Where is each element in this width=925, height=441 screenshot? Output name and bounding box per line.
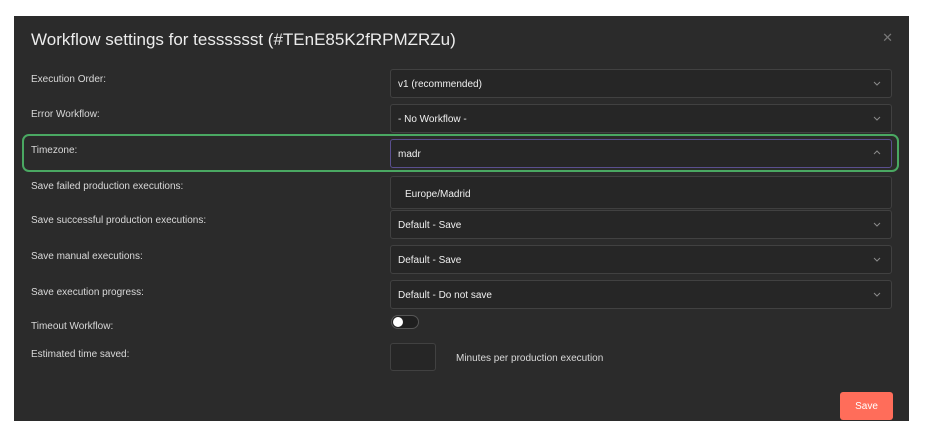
timeout-label: Timeout Workflow:: [31, 321, 114, 332]
toggle-knob: [393, 317, 403, 327]
time-saved-input[interactable]: [390, 343, 436, 371]
save-manual-label: Save manual executions:: [31, 251, 143, 262]
chevron-up-icon: [873, 150, 881, 155]
save-successful-value: Default - Save: [398, 220, 462, 231]
error-workflow-label: Error Workflow:: [31, 109, 100, 120]
save-manual-select[interactable]: Default - Save: [390, 245, 892, 274]
modal-title: Workflow settings for tesssssst (#TEnE85…: [31, 30, 456, 49]
chevron-down-icon: [873, 81, 881, 86]
timezone-input[interactable]: madr: [390, 139, 892, 168]
timezone-label: Timezone:: [31, 145, 78, 156]
timezone-dropdown: Europe/Madrid: [390, 176, 892, 209]
save-successful-label: Save successful production executions:: [31, 215, 207, 226]
save-manual-value: Default - Save: [398, 255, 462, 266]
timezone-option[interactable]: Europe/Madrid: [405, 189, 471, 200]
save-progress-label: Save execution progress:: [31, 287, 144, 298]
execution-order-value: v1 (recommended): [398, 79, 482, 90]
execution-order-label: Execution Order:: [31, 74, 107, 85]
chevron-down-icon: [873, 257, 881, 262]
chevron-down-icon: [873, 292, 881, 297]
time-saved-suffix: Minutes per production execution: [456, 353, 604, 364]
save-progress-value: Default - Do not save: [398, 290, 492, 301]
timezone-search-value: madr: [398, 149, 421, 160]
error-workflow-value: - No Workflow -: [398, 114, 467, 125]
workflow-settings-modal: Workflow settings for tesssssst (#TEnE85…: [14, 16, 909, 421]
chevron-down-icon: [873, 222, 881, 227]
timeout-toggle[interactable]: [391, 315, 419, 329]
save-button[interactable]: Save: [840, 392, 893, 420]
error-workflow-select[interactable]: - No Workflow -: [390, 104, 892, 133]
save-failed-label: Save failed production executions:: [31, 181, 184, 192]
time-saved-label: Estimated time saved:: [31, 349, 130, 360]
save-progress-select[interactable]: Default - Do not save: [390, 280, 892, 309]
save-successful-select[interactable]: Default - Save: [390, 210, 892, 239]
close-icon[interactable]: ✕: [882, 30, 893, 46]
execution-order-select[interactable]: v1 (recommended): [390, 69, 892, 98]
chevron-down-icon: [873, 116, 881, 121]
